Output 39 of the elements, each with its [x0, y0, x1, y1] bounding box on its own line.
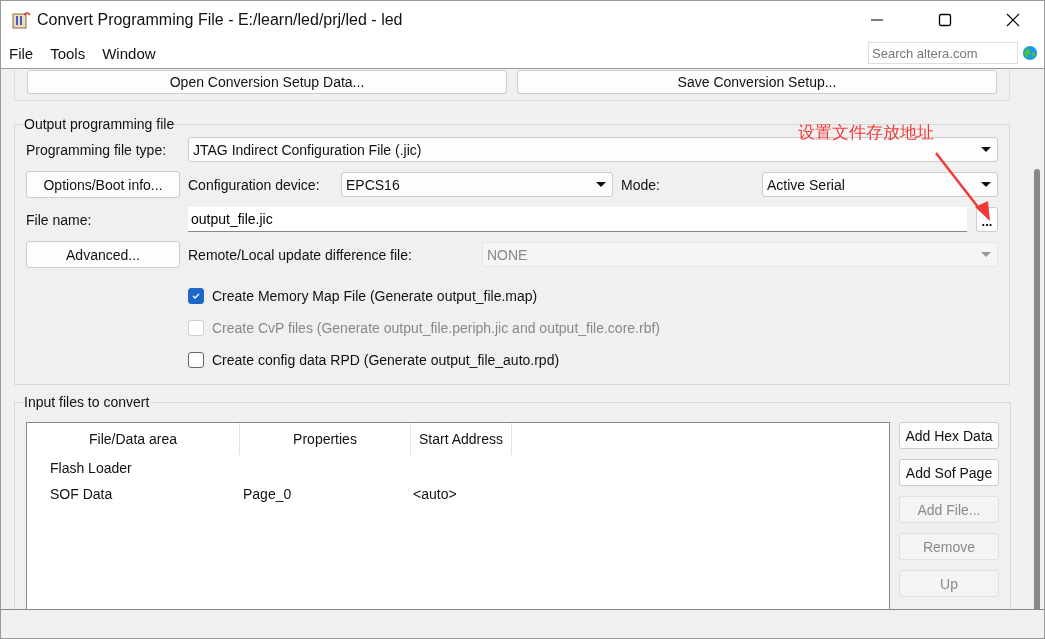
group-title: Input files to convert	[24, 394, 150, 410]
annotation-arrow	[935, 152, 990, 221]
table-cell-text: SOF Data	[49, 486, 114, 502]
field-label: Programming file type:	[26, 141, 168, 158]
close-icon[interactable]	[1006, 12, 1020, 27]
side-button[interactable]: Add Sof Page	[899, 459, 999, 486]
field-label: Configuration device:	[188, 176, 321, 193]
check-icon	[191, 291, 201, 301]
advanced-button[interactable]: Advanced...	[26, 241, 180, 268]
file-name-field[interactable]: output_file.jic	[188, 207, 967, 232]
menu-item[interactable]: Window	[102, 44, 156, 62]
field-label: Remote/Local update difference file:	[188, 246, 413, 263]
field-label: Mode:	[620, 176, 661, 193]
globe-icon[interactable]	[1022, 45, 1038, 61]
maximize-icon[interactable]	[938, 12, 952, 27]
device-dropdown[interactable]: EPCS16	[341, 172, 613, 197]
column-header[interactable]: Properties	[240, 423, 411, 455]
menu-item[interactable]: File	[9, 44, 34, 62]
window-title: Convert Programming File - E:/learn/led/prj/led - led	[37, 10, 403, 29]
table-cell-text: <auto>	[412, 486, 458, 502]
checkbox-label: Create config data RPD (Generate output_file_auto.rpd)	[212, 352, 560, 368]
menu-item[interactable]: Tools	[50, 44, 86, 62]
table-cell-text: Page_0	[242, 486, 293, 502]
mode-dropdown[interactable]: Active Serial	[762, 172, 998, 197]
app-icon	[11, 9, 31, 30]
setup-button[interactable]: Open Conversion Setup Data...	[27, 70, 507, 94]
search-field[interactable]: Search altera.com	[868, 42, 1018, 64]
side-button[interactable]: Add Hex Data	[899, 422, 999, 449]
checkbox-label: Create Memory Map File (Generate output_file.map)	[212, 288, 538, 304]
checkbox-label: Create CvP files (Generate output_file.periph.jic and output_file.core.rbf)	[212, 320, 660, 336]
setup-button[interactable]: Save Conversion Setup...	[517, 70, 997, 94]
column-header[interactable]: File/Data area	[27, 423, 240, 455]
column-header[interactable]: Start Address	[411, 423, 512, 455]
group-title: Output programming file	[24, 116, 175, 132]
checkbox[interactable]	[188, 352, 204, 368]
options-button[interactable]: Options/Boot info...	[26, 171, 180, 198]
table-cell-text: Flash Loader	[49, 460, 133, 476]
field-label: File name:	[26, 211, 93, 228]
checkbox[interactable]	[188, 288, 204, 304]
